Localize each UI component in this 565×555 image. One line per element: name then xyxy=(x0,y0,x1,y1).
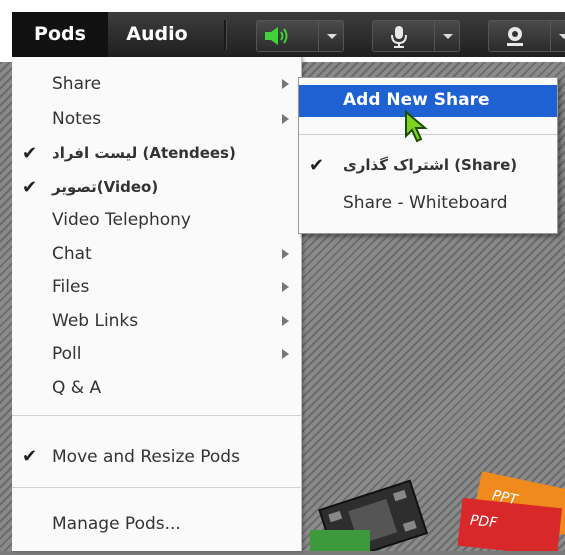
menu-item-share[interactable]: Share xyxy=(12,67,301,100)
submenu-arrow-icon xyxy=(282,349,289,359)
menu-item-label: Manage Pods... xyxy=(52,514,181,534)
webcam-dropdown-arrow[interactable] xyxy=(550,21,565,51)
menu-item-label: Chat xyxy=(52,244,92,264)
menu-item-label: تصویر(Video) xyxy=(52,178,159,196)
submenu-arrow-icon xyxy=(282,316,289,326)
share-submenu: Add New Share ✔ اشتراک گذاری (Share) Sha… xyxy=(298,77,558,234)
mouse-cursor-icon xyxy=(404,109,430,144)
checkmark-icon: ✔ xyxy=(22,143,38,164)
submenu-arrow-icon xyxy=(282,282,289,292)
menu-item-poll[interactable]: Poll xyxy=(12,337,301,370)
menu-item-label: Files xyxy=(52,277,90,297)
menu-item-label: Poll xyxy=(52,344,82,364)
menu-bar: Pods Audio xyxy=(0,0,565,62)
submenu-item-share[interactable]: ✔ اشتراک گذاری (Share) xyxy=(299,151,557,181)
speaker-dropdown-arrow[interactable] xyxy=(318,21,343,51)
webcam-button[interactable] xyxy=(488,20,565,52)
menu-item-label: Move and Resize Pods xyxy=(52,447,240,467)
menu-item-label: Notes xyxy=(52,109,102,129)
menu-item-video-telephony[interactable]: Video Telephony xyxy=(12,203,301,236)
webcam-icon xyxy=(503,25,525,47)
menu-separator xyxy=(12,487,301,488)
menu-item-files[interactable]: Files xyxy=(12,270,301,303)
files-graphic: PPT PDF xyxy=(310,470,565,555)
submenu-arrow-icon xyxy=(282,249,289,259)
checkmark-icon: ✔ xyxy=(22,177,38,198)
menu-item-label: Share xyxy=(52,74,102,94)
submenu-item-label: Add New Share xyxy=(343,90,490,110)
menu-item-notes[interactable]: Notes xyxy=(12,102,301,135)
menu-pods[interactable]: Pods xyxy=(12,12,108,57)
speaker-icon xyxy=(263,25,288,47)
menu-audio[interactable]: Audio xyxy=(108,12,206,57)
menu-item-attendees[interactable]: ✔ لیست افراد (Atendees) xyxy=(12,137,301,170)
submenu-arrow-icon xyxy=(282,79,289,89)
menu-separator xyxy=(12,415,301,416)
menu-item-manage-pods[interactable]: Manage Pods... xyxy=(12,507,301,540)
menu-item-label: Video Telephony xyxy=(52,210,191,230)
menu-item-web-links[interactable]: Web Links xyxy=(12,304,301,337)
pods-dropdown-menu: Share Notes ✔ لیست افراد (Atendees) ✔ تص… xyxy=(12,57,302,551)
menu-item-label: لیست افراد (Atendees) xyxy=(52,144,236,162)
speaker-button[interactable] xyxy=(256,20,344,52)
microphone-icon xyxy=(389,25,411,48)
microphone-button[interactable] xyxy=(372,20,460,52)
submenu-arrow-icon xyxy=(282,114,289,124)
menu-item-move-resize-pods[interactable]: ✔ Move and Resize Pods xyxy=(12,440,301,473)
menu-separator xyxy=(224,20,227,50)
menu-item-label: Web Links xyxy=(52,311,139,331)
checkmark-icon: ✔ xyxy=(309,155,325,176)
pdf-label: PDF xyxy=(469,512,499,532)
menu-item-video[interactable]: ✔ تصویر(Video) xyxy=(12,171,301,204)
microphone-dropdown-arrow[interactable] xyxy=(434,21,459,51)
submenu-item-label: Share - Whiteboard xyxy=(343,193,508,213)
submenu-item-label: اشتراک گذاری (Share) xyxy=(343,156,518,174)
checkmark-icon: ✔ xyxy=(22,446,38,467)
menu-item-chat[interactable]: Chat xyxy=(12,237,301,270)
submenu-item-share-whiteboard[interactable]: Share - Whiteboard xyxy=(299,188,557,218)
menu-item-q-and-a[interactable]: Q & A xyxy=(12,371,301,404)
menu-item-label: Q & A xyxy=(52,378,102,398)
